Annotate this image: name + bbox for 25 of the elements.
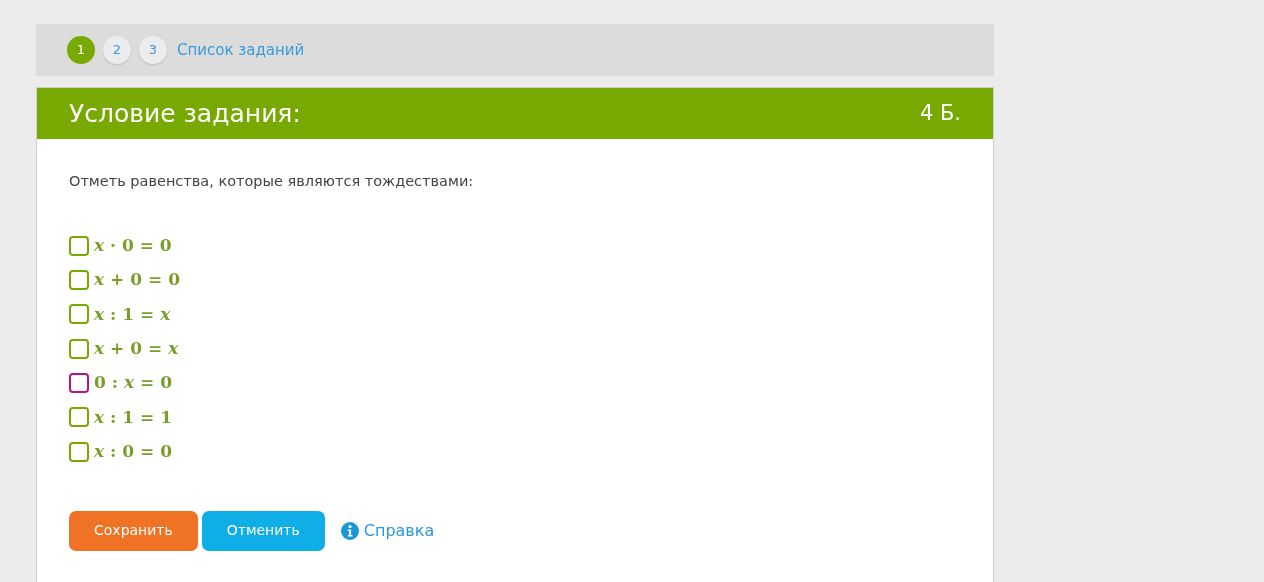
checkbox[interactable]: [69, 338, 89, 359]
formula-label: x + 0 = x: [94, 337, 179, 361]
step-button[interactable]: 3: [139, 36, 167, 64]
task-list-link[interactable]: Список заданий: [177, 38, 305, 62]
step-button[interactable]: 2: [103, 36, 131, 64]
formula-label: x : 0 = 0: [94, 439, 172, 463]
question-text: Отметь равенства, которые являются тождествами:: [69, 172, 475, 191]
checkbox[interactable]: [69, 235, 89, 256]
formula-label: x + 0 = 0: [94, 268, 180, 292]
formula-label: x : 1 = 1: [94, 405, 172, 429]
formula-label: x : 1 = x: [94, 302, 171, 326]
step-button[interactable]: 1: [67, 36, 95, 64]
cancel-button[interactable]: Отменить: [201, 510, 325, 551]
checkbox[interactable]: [69, 407, 89, 428]
checkbox[interactable]: [69, 270, 89, 291]
save-button[interactable]: Сохранить: [69, 510, 198, 551]
info-icon: [340, 521, 359, 540]
formula-label: x · 0 = 0: [94, 234, 172, 258]
checkbox[interactable]: [69, 441, 89, 462]
checkbox[interactable]: [69, 304, 89, 325]
panel-title: Условие задания:: [69, 97, 301, 130]
points-label: 4 Б.: [919, 99, 961, 127]
checkbox[interactable]: [69, 373, 89, 394]
help-link[interactable]: Справка: [340, 518, 435, 543]
formula-label: 0 : x = 0: [94, 371, 172, 395]
